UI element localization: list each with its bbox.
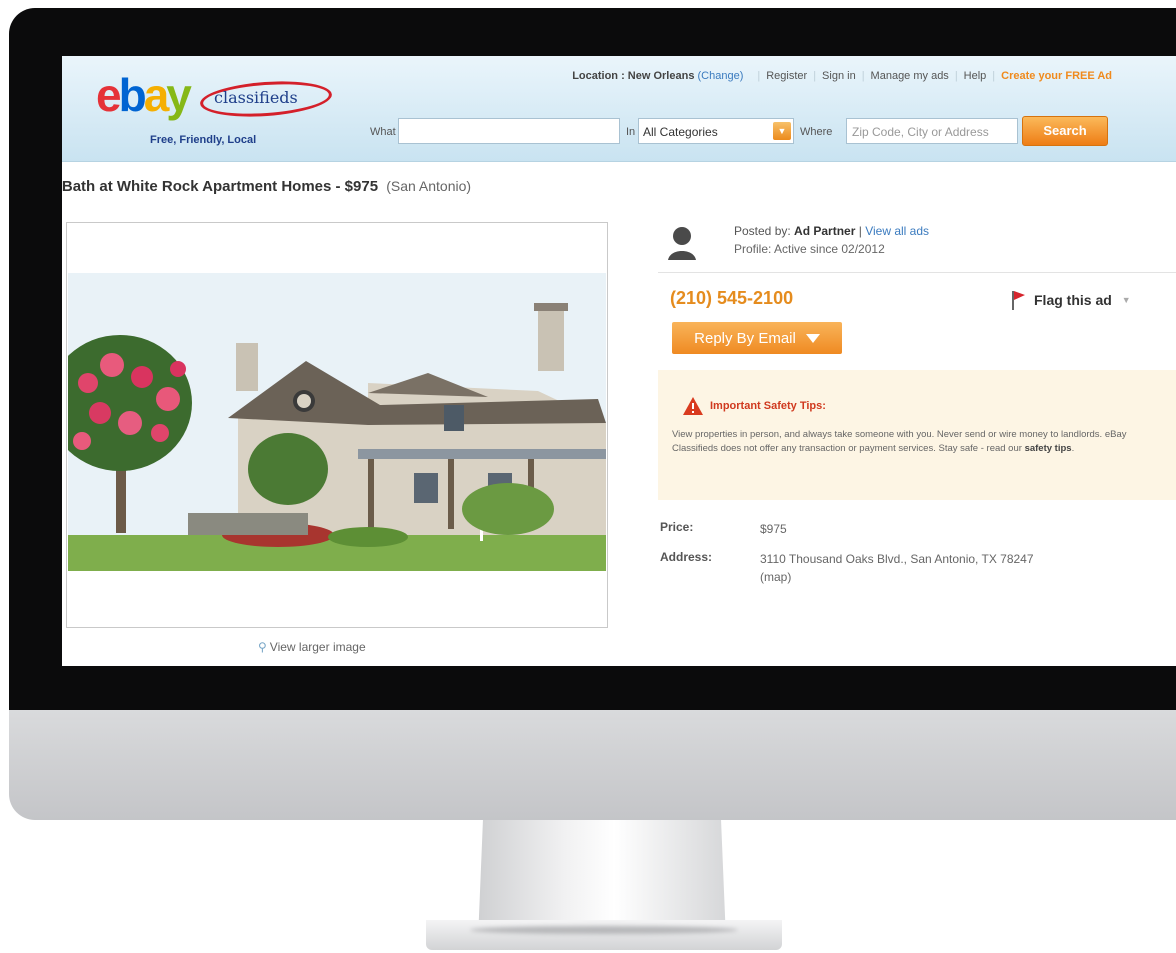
safety-tips-box: Important Safety Tips: View properties i…: [658, 370, 1176, 500]
flag-icon: [1012, 291, 1025, 310]
logo-ebay-wordmark: ebay: [96, 69, 192, 121]
category-value: All Categories: [643, 125, 718, 139]
warning-icon: [683, 397, 703, 415]
address-label: Address:: [660, 550, 713, 564]
search-bar: What In All Categories ▼ Where Zip Code,…: [62, 116, 1176, 146]
logo-classifieds-text: classifieds: [214, 88, 298, 107]
price-value: $975: [760, 522, 787, 536]
price-label: Price:: [660, 520, 694, 534]
safety-tips-text: View properties in person, and always ta…: [672, 428, 1132, 456]
phone-number[interactable]: (210) 545-2100: [670, 288, 793, 309]
category-select[interactable]: All Categories ▼: [638, 118, 794, 144]
view-larger-text: View larger image: [269, 640, 366, 654]
site-header: ebay classifieds Free, Friendly, Local L…: [62, 56, 1176, 162]
listing-photo[interactable]: [68, 273, 606, 571]
safety-tips-link[interactable]: safety tips: [1025, 443, 1072, 454]
listing-photo-frame: [66, 222, 608, 628]
dropdown-arrow-icon[interactable]: ▼: [773, 122, 791, 140]
stand-shadow: [470, 926, 738, 934]
divider: |: [954, 70, 958, 82]
view-all-ads-link[interactable]: View all ads: [865, 224, 929, 238]
monitor-stand-base: [426, 920, 782, 950]
monitor-chin: [9, 710, 1176, 820]
browser-screen: ebay classifieds Free, Friendly, Local L…: [62, 56, 1176, 666]
reply-label: Reply By Email: [694, 329, 796, 347]
where-label: Where: [800, 126, 833, 138]
view-larger-image-link[interactable]: ⚲ View larger image: [258, 640, 366, 654]
poster-name: Ad Partner: [794, 224, 856, 238]
address-value[interactable]: 3110 Thousand Oaks Blvd., San Antonio, T…: [760, 550, 1060, 586]
what-label: What: [370, 126, 396, 138]
safety-tips-heading: Important Safety Tips:: [682, 396, 826, 416]
divider: |: [861, 70, 865, 82]
poster-separator: |: [855, 224, 866, 238]
create-free-ad-link[interactable]: Create your FREE Ad: [1001, 70, 1112, 82]
poster-info: Posted by: Ad Partner | View all ads Pro…: [666, 222, 1086, 272]
top-links: Location : New Orleans (Change) | Regist…: [572, 70, 1112, 82]
divider: |: [813, 70, 817, 82]
user-avatar-icon: [668, 227, 696, 260]
manage-ads-link[interactable]: Manage my ads: [871, 70, 949, 82]
safety-tips-title: Important Safety Tips:: [710, 400, 826, 412]
in-label: In: [626, 126, 636, 138]
magnifier-icon: ⚲: [258, 640, 267, 654]
sign-in-link[interactable]: Sign in: [822, 70, 856, 82]
reply-by-email-button[interactable]: Reply By Email: [672, 322, 842, 354]
listing-title-text: 2 Bed / 2 Bath at White Rock Apartment H…: [62, 178, 379, 195]
divider: |: [757, 70, 761, 82]
safety-tips-end: .: [1071, 443, 1075, 454]
where-location-input[interactable]: Zip Code, City or Address: [846, 118, 1018, 144]
posted-by: Posted by: Ad Partner | View all ads: [734, 224, 929, 238]
apartment-photo-illustration: [68, 273, 606, 571]
help-link[interactable]: Help: [964, 70, 987, 82]
divider: |: [992, 70, 996, 82]
flag-ad-label: Flag this ad: [1034, 292, 1112, 308]
what-search-input[interactable]: [398, 118, 620, 144]
change-location-link[interactable]: (Change): [698, 70, 744, 82]
dropdown-triangle-icon: [805, 333, 820, 343]
register-link[interactable]: Register: [766, 70, 807, 82]
poster-profile: Profile: Active since 02/2012: [734, 242, 885, 256]
divider: [658, 272, 1176, 273]
search-button[interactable]: Search: [1022, 116, 1108, 146]
flag-ad-button[interactable]: Flag this ad ▼: [1010, 290, 1131, 310]
posted-by-label: Posted by:: [734, 224, 791, 238]
chevron-down-icon: ▼: [1121, 295, 1131, 305]
location-label: Location : New Orleans: [572, 70, 695, 82]
listing-title: 2 Bed / 2 Bath at White Rock Apartment H…: [62, 178, 696, 195]
listing-location: (San Antonio): [386, 178, 472, 194]
